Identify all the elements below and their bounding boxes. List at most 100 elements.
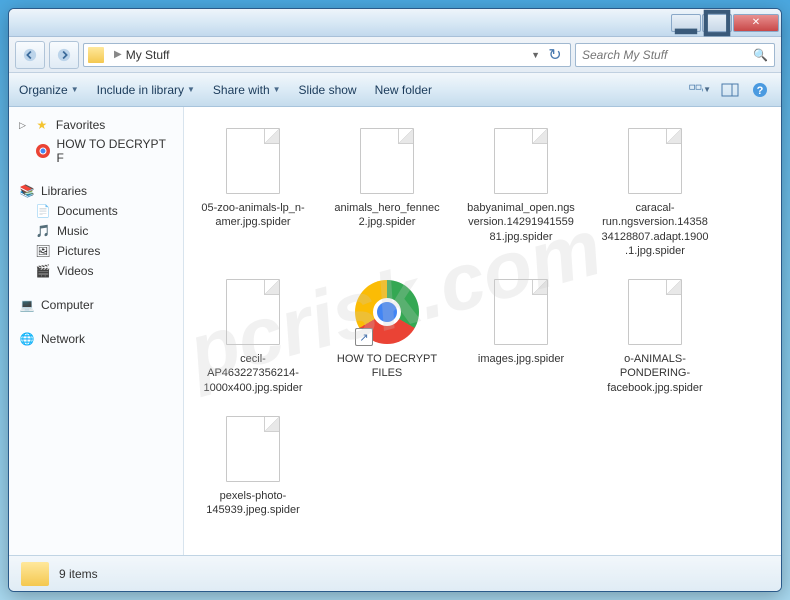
computer-label: Computer <box>41 298 94 312</box>
chevron-down-icon: ▼ <box>703 85 711 94</box>
file-name-label: images.jpg.spider <box>478 352 564 366</box>
blank-file-icon <box>485 125 557 197</box>
slideshow-button[interactable]: Slide show <box>299 83 357 97</box>
libraries-header[interactable]: 📚 Libraries <box>9 181 183 201</box>
sidebar-item-label: Documents <box>57 204 118 218</box>
statusbar: 9 items <box>9 555 781 591</box>
chrome-icon <box>35 143 51 159</box>
file-item[interactable]: 05-zoo-animals-lp_n-amer.jpg.spider <box>198 125 308 258</box>
file-pane[interactable]: 05-zoo-animals-lp_n-amer.jpg.spider anima… <box>184 107 781 555</box>
file-item[interactable]: babyanimal_open.ngsversion.1429194155981… <box>466 125 576 258</box>
file-name-label: HOW TO DECRYPT FILES <box>332 352 442 381</box>
chevron-down-icon: ▼ <box>187 85 195 94</box>
favorites-label: Favorites <box>56 118 105 132</box>
share-label: Share with <box>213 83 270 97</box>
shortcut-arrow-icon: ↗ <box>355 328 373 346</box>
refresh-button[interactable]: ↻ <box>544 44 566 66</box>
organize-menu[interactable]: Organize▼ <box>19 83 79 97</box>
maximize-button[interactable] <box>702 14 732 32</box>
file-item[interactable]: pexels-photo-145939.jpeg.spider <box>198 413 308 518</box>
star-icon: ★ <box>34 117 50 133</box>
blank-file-icon <box>351 125 423 197</box>
libraries-icon: 📚 <box>19 183 35 199</box>
chevron-down-icon: ▼ <box>71 85 79 94</box>
pictures-icon: 🖼 <box>35 243 51 259</box>
newfolder-label: New folder <box>375 83 432 97</box>
chrome-shortcut-icon: ↗ <box>351 276 423 348</box>
minimize-button[interactable] <box>671 14 701 32</box>
search-input[interactable] <box>582 48 753 62</box>
blank-file-icon <box>619 276 691 348</box>
file-name-label: caracal-run.ngsversion.1435834128807.ada… <box>600 201 710 258</box>
file-item[interactable]: animals_hero_fennec2.jpg.spider <box>332 125 442 258</box>
blank-file-icon <box>217 413 289 485</box>
close-button[interactable]: ✕ <box>733 14 779 32</box>
libraries-group: 📚 Libraries 📄 Documents 🎵 Music 🖼 Pictures 🎬… <box>9 181 183 281</box>
sidebar-item-label: Pictures <box>57 244 100 258</box>
network-group: 🌐 Network <box>9 329 183 349</box>
blank-file-icon <box>217 125 289 197</box>
file-name-label: pexels-photo-145939.jpeg.spider <box>198 489 308 518</box>
sidebar-item-music[interactable]: 🎵 Music <box>9 221 183 241</box>
back-button[interactable] <box>15 41 45 69</box>
folder-icon <box>21 562 49 586</box>
toolbar: Organize▼ Include in library▼ Share with… <box>9 73 781 107</box>
computer-group: 💻 Computer <box>9 295 183 315</box>
computer-header[interactable]: 💻 Computer <box>9 295 183 315</box>
file-name-label: babyanimal_open.ngsversion.1429194155981… <box>466 201 576 244</box>
titlebar: ✕ <box>9 9 781 37</box>
explorer-window: ✕ ▶ My Stuff ▼ ↻ 🔍 Organize▼ Include in … <box>8 8 782 592</box>
file-grid: 05-zoo-animals-lp_n-amer.jpg.spider anima… <box>198 125 767 518</box>
libraries-label: Libraries <box>41 184 87 198</box>
file-item[interactable]: cecil-AP463227356214-1000x400.jpg.spider <box>198 276 308 395</box>
share-menu[interactable]: Share with▼ <box>213 83 281 97</box>
slideshow-label: Slide show <box>299 83 357 97</box>
file-name-label: cecil-AP463227356214-1000x400.jpg.spider <box>198 352 308 395</box>
file-item[interactable]: images.jpg.spider <box>466 276 576 395</box>
chevron-right-icon: ▶ <box>114 49 122 60</box>
computer-icon: 💻 <box>19 297 35 313</box>
folder-icon <box>88 47 104 63</box>
include-label: Include in library <box>97 83 184 97</box>
breadcrumb-folder: My Stuff <box>126 48 170 62</box>
documents-icon: 📄 <box>35 203 51 219</box>
network-icon: 🌐 <box>19 331 35 347</box>
new-folder-button[interactable]: New folder <box>375 83 432 97</box>
file-item[interactable]: caracal-run.ngsversion.1435834128807.ada… <box>600 125 710 258</box>
sidebar-item-videos[interactable]: 🎬Videos <box>9 261 183 281</box>
expand-icon: ▷ <box>19 120 26 131</box>
file-item[interactable]: o-ANIMALS-PONDERING-facebook.jpg.spider <box>600 276 710 395</box>
videos-icon: 🎬 <box>35 263 51 279</box>
address-dropdown-icon[interactable]: ▼ <box>527 50 544 60</box>
address-bar[interactable]: ▶ My Stuff ▼ ↻ <box>83 43 571 67</box>
chevron-down-icon: ▼ <box>273 85 281 94</box>
favorites-group: ▷ ★ Favorites HOW TO DECRYPT F <box>9 115 183 167</box>
include-library-menu[interactable]: Include in library▼ <box>97 83 195 97</box>
sidebar-item-label: Music <box>57 224 88 238</box>
blank-file-icon <box>619 125 691 197</box>
file-name-label: o-ANIMALS-PONDERING-facebook.jpg.spider <box>600 352 710 395</box>
svg-text:?: ? <box>757 85 764 97</box>
blank-file-icon <box>485 276 557 348</box>
file-name-label: 05-zoo-animals-lp_n-amer.jpg.spider <box>198 201 308 230</box>
sidebar-item-documents[interactable]: 📄 Documents <box>9 201 183 221</box>
content-area: ▷ ★ Favorites HOW TO DECRYPT F 📚 Libraries … <box>9 107 781 555</box>
sidebar-item-pictures[interactable]: 🖼 Pictures <box>9 241 183 261</box>
help-button[interactable]: ? <box>749 80 771 100</box>
network-label: Network <box>41 332 85 346</box>
search-box[interactable]: 🔍 <box>575 43 775 67</box>
view-options-button[interactable]: ▼ <box>689 80 711 100</box>
file-name-label: animals_hero_fennec2.jpg.spider <box>332 201 442 230</box>
file-item[interactable]: ↗ HOW TO DECRYPT FILES <box>332 276 442 395</box>
favorites-header[interactable]: ▷ ★ Favorites <box>9 115 183 135</box>
music-icon: 🎵 <box>35 223 51 239</box>
sidebar: ▷ ★ Favorites HOW TO DECRYPT F 📚 Libraries … <box>9 107 184 555</box>
status-count: 9 items <box>59 567 98 581</box>
navbar: ▶ My Stuff ▼ ↻ 🔍 <box>9 37 781 73</box>
organize-label: Organize <box>19 83 68 97</box>
forward-button[interactable] <box>49 41 79 69</box>
blank-file-icon <box>217 276 289 348</box>
network-header[interactable]: 🌐 Network <box>9 329 183 349</box>
sidebar-item-decrypt[interactable]: HOW TO DECRYPT F <box>9 135 183 167</box>
preview-pane-button[interactable] <box>719 80 741 100</box>
